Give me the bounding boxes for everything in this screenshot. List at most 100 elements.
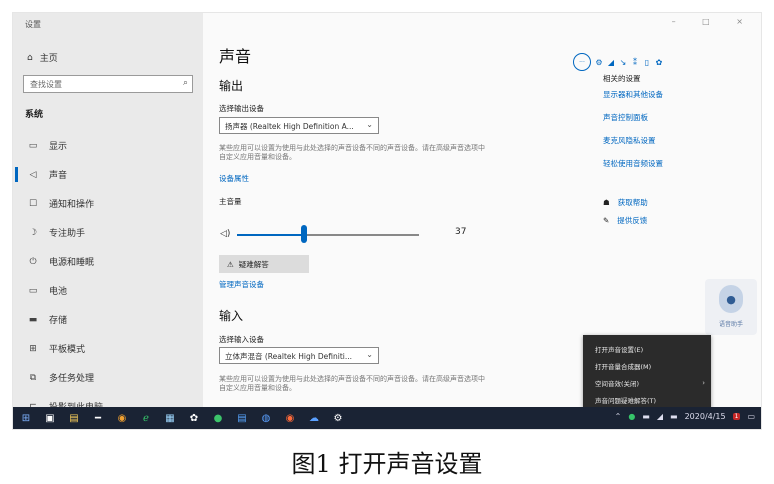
master-volume-label: 主音量 [219,197,242,206]
tray-input-icon[interactable]: ▬ [670,412,678,421]
multitasking-icon: ⧉ [29,372,37,383]
sidebar-item-label: 电源和睡眠 [49,258,95,268]
start-icon[interactable]: ⊞ [19,412,33,426]
chevron-down-icon: ⌄ [366,350,373,359]
get-help-label: 获取帮助 [617,198,648,207]
photos-icon[interactable]: ✿ [187,412,201,426]
sidebar-item-power[interactable]: ⏻ 电源和睡眠 [13,247,203,276]
sidebar-home-label: 主页 [39,54,58,64]
settings-sidebar: 设置 ⌂ 主页 查找设置 ⌕ 系统 ▭ 显示 ◁ 声音 ☐ 通知和操作 ☽ 专注助手 ⏻… [13,13,203,413]
tray-app-icon[interactable]: ● [628,412,635,421]
output-device-value: 扬声器 (Realtek High Definition A... [225,122,354,131]
related-link-ease-of-access-audio[interactable]: 轻松使用音频设置 [603,158,753,181]
input-device-value: 立体声混音 (Realtek High Definiti... [225,352,353,361]
menu-item-spatial-sound[interactable]: 空间音效(关闭) › [583,374,711,391]
related-link-display[interactable]: 显示器和其他设备 [603,89,753,112]
tray-overflow-icon[interactable]: ⌃ [615,412,622,421]
get-help-link[interactable]: ☗ 获取帮助 [603,197,648,208]
menu-item-open-sound-settings[interactable]: 打开声音设置(E) [583,340,711,357]
warning-icon: ⚠ [227,259,234,269]
sidebar-item-focus-assist[interactable]: ☽ 专注助手 [13,218,203,247]
settings-gear-icon[interactable]: ⚙ [331,412,345,426]
settings-small-icon: ✿ [655,57,663,67]
input-heading: 输入 [219,309,244,323]
sidebar-item-display[interactable]: ▭ 显示 [13,131,203,160]
sidebar-item-label: 电池 [49,287,68,297]
tray-volume-icon[interactable]: ◢ [657,412,663,421]
sidebar-item-notifications[interactable]: ☐ 通知和操作 [13,189,203,218]
wechat-icon[interactable]: ● [211,412,225,426]
output-device-select[interactable]: 扬声器 (Realtek High Definition A... ⌄ [219,117,379,134]
related-settings-title: 相关的设置 [603,74,641,83]
docs-icon[interactable]: ▤ [235,412,249,426]
action-center-icon[interactable]: ▭ [747,412,755,421]
clock[interactable]: 2020/4/15 [685,412,726,421]
browser-icon[interactable]: ◉ [115,412,129,426]
troubleshoot-label: 疑难解答 [238,259,269,269]
related-link-sound-control-panel[interactable]: 声音控制面板 [603,112,753,135]
related-settings: 相关的设置 显示器和其他设备 声音控制面板 麦克风隐私设置 轻松使用音频设置 [603,73,753,181]
output-device-label: 选择输出设备 [219,104,264,113]
sidebar-item-label: 通知和操作 [49,200,95,210]
cloud-icon[interactable]: ☁ [307,412,321,426]
tray-context-menu: 打开声音设置(E) 打开音量合成器(M) 空间音效(关闭) › 声音问题疑难解答… [583,335,711,411]
quick-icons: ··· ⚙ ◢ ↘ ⁑ ▯ ✿ [573,53,663,71]
home-icon: ⌂ [27,52,33,63]
troubleshoot-button[interactable]: ⚠ 疑难解答 [219,255,309,273]
sidebar-section-title: 系统 [25,110,44,120]
media-player-icon[interactable]: ◉ [283,412,297,426]
sidebar-item-sound[interactable]: ◁ 声音 [13,160,203,189]
menu-item-troubleshoot[interactable]: 声音问题疑难解答(T) [583,391,711,408]
sidebar-home[interactable]: ⌂ 主页 [27,51,58,65]
volume-slider[interactable] [237,234,419,236]
search-input[interactable]: 查找设置 ⌕ [23,75,193,93]
sidebar-item-storage[interactable]: ▬ 存储 [13,305,203,334]
speaker-icon[interactable]: ◁) [220,229,230,239]
menu-item-volume-mixer[interactable]: 打开音量合成器(M) [583,357,711,374]
voice-assistant-widget[interactable]: ● 语音助手 [705,279,757,335]
voice-assistant-label: 语音助手 [718,321,743,328]
device-properties-link[interactable]: 设备属性 [219,173,249,184]
manage-devices-link[interactable]: 管理声音设备 [219,279,264,290]
microphone-icon: ● [719,285,743,313]
app-title: 设置 [25,20,41,29]
output-heading: 输出 [219,79,244,93]
sidebar-item-label: 显示 [49,142,68,152]
volume-value: 37 [455,227,467,237]
app-icon[interactable]: ━ [91,412,105,426]
output-description: 某些应用可以设置为使用与此处选择的声音设备不同的声音设备。请在高级声音选项中自定… [219,144,485,161]
tray-network-icon[interactable]: ▬ [642,412,650,421]
input-device-select[interactable]: 立体声混音 (Realtek High Definiti... ⌄ [219,347,379,364]
taskbar: ⊞ ▣ ▤ ━ ◉ ℯ ▦ ✿ ● ▤ ◍ ◉ ☁ ⚙ ⌃ ● ▬ ◢ ▬ 20… [13,407,761,429]
help-icon: ☗ [603,198,610,207]
qq-icon[interactable]: ◍ [259,412,273,426]
search-placeholder: 查找设置 [30,80,62,89]
tablet-mode-icon: ⊞ [29,343,37,354]
chevron-right-icon: › [702,378,705,387]
sidebar-item-multitasking[interactable]: ⧉ 多任务处理 [13,363,203,392]
related-link-mic-privacy[interactable]: 麦克风隐私设置 [603,135,753,158]
page-title: 声音 [219,47,252,66]
sidebar-item-label: 存储 [49,316,68,326]
window-controls[interactable]: – □ × [672,17,755,26]
sidebar-item-battery[interactable]: ▭ 电池 [13,276,203,305]
volume-slider-fill [237,234,305,236]
edge-icon[interactable]: ℯ [139,412,153,426]
task-view-icon[interactable]: ▣ [43,412,57,426]
taskbar-apps: ⊞ ▣ ▤ ━ ◉ ℯ ▦ ✿ ● ▤ ◍ ◉ ☁ ⚙ [19,412,345,426]
notifications-icon: ☐ [28,198,38,209]
window-small-icon: ▯ [644,57,650,67]
power-icon: ⏻ [29,256,37,267]
sidebar-item-label: 专注助手 [49,229,86,239]
file-explorer-icon[interactable]: ▤ [67,412,81,426]
screenshot-frame: 设置 ⌂ 主页 查找设置 ⌕ 系统 ▭ 显示 ◁ 声音 ☐ 通知和操作 ☽ 专注助手 ⏻… [12,12,762,430]
search-icon: ⌕ [182,78,188,88]
volume-slider-thumb[interactable] [301,225,308,243]
media-icon[interactable]: ▦ [163,412,177,426]
sidebar-item-tablet-mode[interactable]: ⊞ 平板模式 [13,334,203,363]
notification-badge[interactable]: 1 [732,413,741,420]
assistant-icon[interactable]: ··· [573,53,591,71]
display-icon: ▭ [28,140,38,151]
feedback-link[interactable]: ✎ 提供反馈 [603,215,647,226]
volume-small-icon: ◢ [607,57,615,67]
